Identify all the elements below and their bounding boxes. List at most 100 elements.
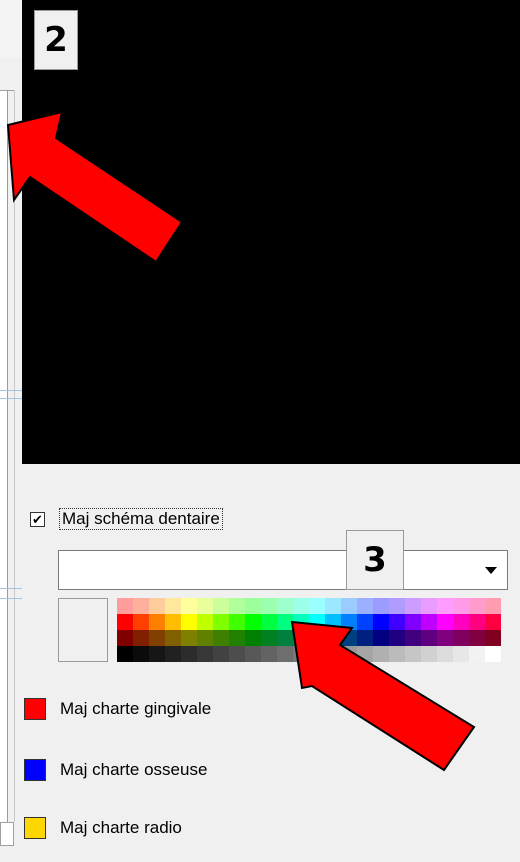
palette-color-cell[interactable]	[357, 646, 373, 662]
palette-color-cell[interactable]	[309, 614, 325, 630]
gingival-color-swatch[interactable]	[24, 698, 46, 720]
palette-color-cell[interactable]	[197, 630, 213, 646]
palette-color-cell[interactable]	[485, 598, 501, 614]
palette-color-cell[interactable]	[117, 598, 133, 614]
update-dental-chart-label[interactable]: Maj schéma dentaire	[59, 508, 223, 530]
color-dropdown[interactable]	[58, 550, 508, 590]
palette-color-cell[interactable]	[389, 630, 405, 646]
palette-color-cell[interactable]	[341, 614, 357, 630]
palette-color-cell[interactable]	[293, 646, 309, 662]
palette-color-cell[interactable]	[389, 646, 405, 662]
update-dental-chart-row[interactable]: ✔ Maj schéma dentaire	[30, 508, 223, 530]
bone-color-swatch[interactable]	[24, 759, 46, 781]
palette-color-cell[interactable]	[373, 598, 389, 614]
legend-item-bone[interactable]: Maj charte osseuse	[24, 759, 207, 781]
palette-color-cell[interactable]	[453, 614, 469, 630]
palette-color-cell[interactable]	[293, 630, 309, 646]
palette-color-cell[interactable]	[165, 630, 181, 646]
palette-color-cell[interactable]	[181, 614, 197, 630]
palette-color-cell[interactable]	[469, 646, 485, 662]
palette-color-cell[interactable]	[453, 630, 469, 646]
chevron-down-icon[interactable]	[485, 567, 497, 574]
legend-item-radio[interactable]: Maj charte radio	[24, 817, 182, 839]
palette-color-cell[interactable]	[261, 630, 277, 646]
palette-color-cell[interactable]	[437, 630, 453, 646]
radio-color-swatch[interactable]	[24, 817, 46, 839]
palette-color-cell[interactable]	[133, 598, 149, 614]
palette-color-cell[interactable]	[453, 646, 469, 662]
palette-color-cell[interactable]	[181, 646, 197, 662]
palette-color-cell[interactable]	[181, 630, 197, 646]
palette-color-cell[interactable]	[309, 598, 325, 614]
palette-color-cell[interactable]	[325, 598, 341, 614]
palette-color-cell[interactable]	[325, 646, 341, 662]
palette-color-cell[interactable]	[437, 614, 453, 630]
palette-color-cell[interactable]	[245, 630, 261, 646]
color-palette[interactable]	[117, 598, 501, 662]
palette-color-cell[interactable]	[277, 614, 293, 630]
palette-color-cell[interactable]	[261, 598, 277, 614]
palette-color-cell[interactable]	[389, 614, 405, 630]
palette-color-cell[interactable]	[373, 630, 389, 646]
palette-color-cell[interactable]	[229, 630, 245, 646]
palette-color-cell[interactable]	[229, 598, 245, 614]
palette-color-cell[interactable]	[165, 614, 181, 630]
palette-color-cell[interactable]	[245, 646, 261, 662]
update-dental-chart-checkbox[interactable]: ✔	[30, 511, 45, 527]
palette-color-cell[interactable]	[277, 646, 293, 662]
palette-color-cell[interactable]	[373, 614, 389, 630]
palette-color-cell[interactable]	[485, 614, 501, 630]
palette-color-cell[interactable]	[149, 614, 165, 630]
palette-color-cell[interactable]	[213, 646, 229, 662]
palette-color-cell[interactable]	[165, 646, 181, 662]
palette-color-cell[interactable]	[469, 598, 485, 614]
palette-color-cell[interactable]	[421, 630, 437, 646]
palette-color-cell[interactable]	[197, 646, 213, 662]
palette-color-cell[interactable]	[149, 630, 165, 646]
palette-color-cell[interactable]	[421, 598, 437, 614]
palette-color-cell[interactable]	[373, 646, 389, 662]
palette-color-cell[interactable]	[405, 614, 421, 630]
palette-color-cell[interactable]	[485, 646, 501, 662]
palette-color-cell[interactable]	[181, 598, 197, 614]
palette-color-cell[interactable]	[213, 598, 229, 614]
palette-color-cell[interactable]	[245, 598, 261, 614]
palette-color-cell[interactable]	[117, 630, 133, 646]
palette-color-cell[interactable]	[149, 646, 165, 662]
palette-color-cell[interactable]	[133, 630, 149, 646]
palette-color-cell[interactable]	[117, 646, 133, 662]
palette-color-cell[interactable]	[277, 630, 293, 646]
palette-color-cell[interactable]	[325, 630, 341, 646]
palette-color-cell[interactable]	[213, 630, 229, 646]
palette-color-cell[interactable]	[293, 614, 309, 630]
palette-color-cell[interactable]	[341, 646, 357, 662]
palette-color-cell[interactable]	[261, 646, 277, 662]
palette-color-cell[interactable]	[341, 598, 357, 614]
palette-color-cell[interactable]	[437, 646, 453, 662]
palette-color-cell[interactable]	[197, 614, 213, 630]
palette-color-cell[interactable]	[261, 614, 277, 630]
palette-color-cell[interactable]	[325, 614, 341, 630]
palette-color-cell[interactable]	[421, 614, 437, 630]
palette-color-cell[interactable]	[197, 598, 213, 614]
palette-color-cell[interactable]	[469, 614, 485, 630]
palette-color-cell[interactable]	[117, 614, 133, 630]
palette-color-cell[interactable]	[133, 646, 149, 662]
palette-color-cell[interactable]	[213, 614, 229, 630]
palette-color-cell[interactable]	[469, 630, 485, 646]
palette-color-cell[interactable]	[421, 646, 437, 662]
palette-color-cell[interactable]	[229, 646, 245, 662]
palette-color-cell[interactable]	[341, 630, 357, 646]
palette-color-cell[interactable]	[437, 598, 453, 614]
palette-color-cell[interactable]	[133, 614, 149, 630]
palette-color-cell[interactable]	[405, 598, 421, 614]
palette-color-cell[interactable]	[149, 598, 165, 614]
legend-item-gingival[interactable]: Maj charte gingivale	[24, 698, 211, 720]
palette-color-cell[interactable]	[453, 598, 469, 614]
palette-color-cell[interactable]	[309, 630, 325, 646]
palette-color-cell[interactable]	[357, 630, 373, 646]
palette-color-cell[interactable]	[277, 598, 293, 614]
palette-color-cell[interactable]	[229, 614, 245, 630]
palette-color-cell[interactable]	[165, 598, 181, 614]
palette-color-cell[interactable]	[405, 630, 421, 646]
